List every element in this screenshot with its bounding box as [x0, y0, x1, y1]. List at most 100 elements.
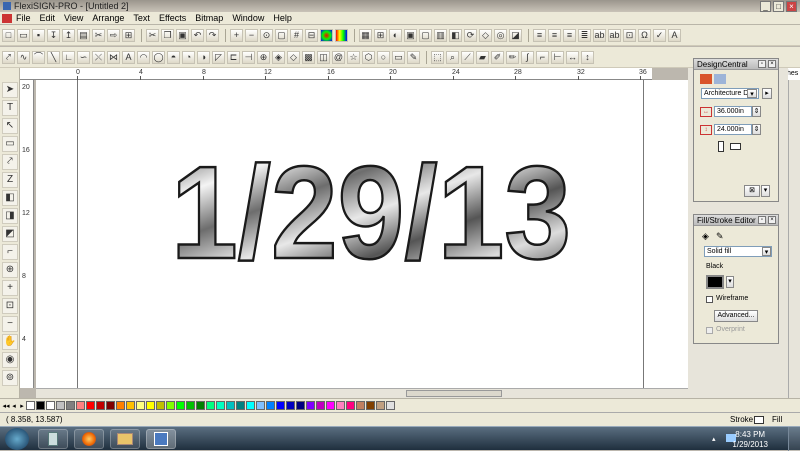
emboss-icon[interactable]: ◔: [182, 50, 195, 64]
clock[interactable]: 8:43 PM 1/29/2013: [732, 430, 768, 450]
palette-first-arrow[interactable]: ◂◂: [2, 402, 10, 410]
color-swatch[interactable]: [36, 401, 45, 410]
color-swatch[interactable]: [56, 401, 65, 410]
no-color-swatch[interactable]: [26, 401, 35, 410]
panel-close-icon[interactable]: ×: [768, 60, 776, 68]
chevron-down-icon[interactable]: ▾: [726, 276, 734, 288]
color-swatch[interactable]: [256, 401, 265, 410]
paste-icon[interactable]: ▣: [176, 28, 189, 42]
pan-tool-icon[interactable]: ✋: [2, 334, 18, 350]
panel-pin-icon[interactable]: ▫: [758, 60, 766, 68]
arc-icon[interactable]: ⌒: [32, 50, 45, 64]
text-justify-icon[interactable]: ≣: [578, 28, 591, 42]
outline-icon[interactable]: ◯: [152, 50, 165, 64]
zoom-fit-icon[interactable]: ⊙: [260, 28, 273, 42]
menu-arrange[interactable]: Arrange: [92, 13, 124, 23]
rip-icon[interactable]: ⊞: [122, 28, 135, 42]
print-icon[interactable]: ▤: [77, 28, 90, 42]
menu-edit[interactable]: Edit: [40, 13, 56, 23]
undo-icon[interactable]: ↶: [191, 28, 204, 42]
text-style-icon[interactable]: A: [668, 28, 681, 42]
menu-effects[interactable]: Effects: [159, 13, 186, 23]
offset-icon[interactable]: ◫: [317, 50, 330, 64]
view-tool-icon[interactable]: ◉: [2, 352, 18, 368]
shape-tool-icon[interactable]: ▭: [2, 136, 18, 152]
effects-tool-icon[interactable]: ◨: [2, 208, 18, 224]
color-swatch[interactable]: [346, 401, 355, 410]
zoom-out-icon[interactable]: −: [245, 28, 258, 42]
marquee-icon[interactable]: ⬚: [431, 50, 444, 64]
color-swatch[interactable]: [226, 401, 235, 410]
node-tool-icon[interactable]: ↖: [2, 118, 18, 134]
width-stepper[interactable]: ⇕: [752, 106, 761, 117]
break-icon[interactable]: ⋈: [107, 50, 120, 64]
color-swatch[interactable]: [146, 401, 155, 410]
color-swatch[interactable]: [206, 401, 215, 410]
stroke-icon[interactable]: ◇: [287, 50, 300, 64]
height-field[interactable]: 24.000in: [714, 124, 752, 135]
warp-icon[interactable]: A: [122, 50, 135, 64]
zoom-in-tool-icon[interactable]: +: [2, 280, 18, 296]
palette-next-arrow[interactable]: ▸: [18, 402, 26, 410]
fill-color-swatch[interactable]: [706, 275, 724, 289]
dimension-icon[interactable]: ↔: [566, 50, 579, 64]
bezier-icon[interactable]: ∿: [17, 50, 30, 64]
arrange-icon[interactable]: ▦: [359, 28, 372, 42]
cut-icon[interactable]: ✂: [146, 28, 159, 42]
color-swatch[interactable]: [376, 401, 385, 410]
horizontal-scroll-thumb[interactable]: [406, 390, 502, 397]
color-swatch[interactable]: [46, 401, 55, 410]
shadow-icon[interactable]: ◪: [509, 28, 522, 42]
color-swatch[interactable]: [96, 401, 105, 410]
menu-window[interactable]: Window: [232, 13, 264, 23]
fill-color-icon[interactable]: [335, 28, 348, 42]
text-align-right-icon[interactable]: ≡: [563, 28, 576, 42]
fill-bucket-icon[interactable]: ◈: [272, 50, 285, 64]
grid-icon[interactable]: #: [290, 28, 303, 42]
chrome-date-artwork[interactable]: 1/29/13: [146, 150, 596, 270]
color-swatch[interactable]: [366, 401, 375, 410]
color-swatch[interactable]: [116, 401, 125, 410]
eraser-icon[interactable]: ▰: [476, 50, 489, 64]
smooth-icon[interactable]: ∽: [77, 50, 90, 64]
select-arrow-icon[interactable]: ➤: [2, 82, 18, 98]
stroke-status-swatch[interactable]: [754, 416, 764, 424]
material-options-icon[interactable]: ▸: [762, 88, 772, 99]
bevel-icon[interactable]: ◓: [167, 50, 180, 64]
color-swatch[interactable]: [136, 401, 145, 410]
transparency-tool-icon[interactable]: ◩: [2, 226, 18, 242]
angle-icon[interactable]: ∟: [62, 50, 75, 64]
advanced-button[interactable]: Advanced...: [714, 310, 758, 322]
no-fill-icon[interactable]: ⊠: [744, 185, 760, 197]
color-swatch[interactable]: [186, 401, 195, 410]
menu-text[interactable]: Text: [133, 13, 150, 23]
slice-icon[interactable]: ⊣: [242, 50, 255, 64]
weld-icon[interactable]: ◐: [389, 28, 402, 42]
menu-file[interactable]: File: [16, 13, 31, 23]
perspective-icon[interactable]: ◸: [212, 50, 225, 64]
omega-icon[interactable]: Ω: [638, 28, 651, 42]
document-icon[interactable]: [2, 13, 12, 23]
menu-view[interactable]: View: [64, 13, 83, 23]
text-fit-icon[interactable]: ⊡: [623, 28, 636, 42]
contour-icon[interactable]: ◎: [494, 28, 507, 42]
zoom-out-tool-icon[interactable]: −: [2, 316, 18, 332]
calculator-app-icon[interactable]: [38, 429, 68, 449]
group-icon[interactable]: ▣: [404, 28, 417, 42]
color-swatch[interactable]: [316, 401, 325, 410]
color-swatch[interactable]: [106, 401, 115, 410]
zoom-page-tool-icon[interactable]: ⊡: [2, 298, 18, 314]
panel-pin-icon[interactable]: ▫: [758, 216, 766, 224]
dropper-icon[interactable]: ⌐: [536, 50, 549, 64]
line-icon[interactable]: ╲: [47, 50, 60, 64]
color-swatch[interactable]: [156, 401, 165, 410]
color-swatch[interactable]: [196, 401, 205, 410]
trace-icon[interactable]: ⊕: [257, 50, 270, 64]
rectangle-icon[interactable]: ▭: [392, 50, 405, 64]
knife-icon[interactable]: ⟋: [461, 50, 474, 64]
horizontal-scrollbar[interactable]: [36, 388, 688, 398]
color-swatch[interactable]: [246, 401, 255, 410]
color-swatch[interactable]: [336, 401, 345, 410]
page-tab-icon[interactable]: [714, 74, 726, 84]
pen-icon[interactable]: ✎: [407, 50, 420, 64]
